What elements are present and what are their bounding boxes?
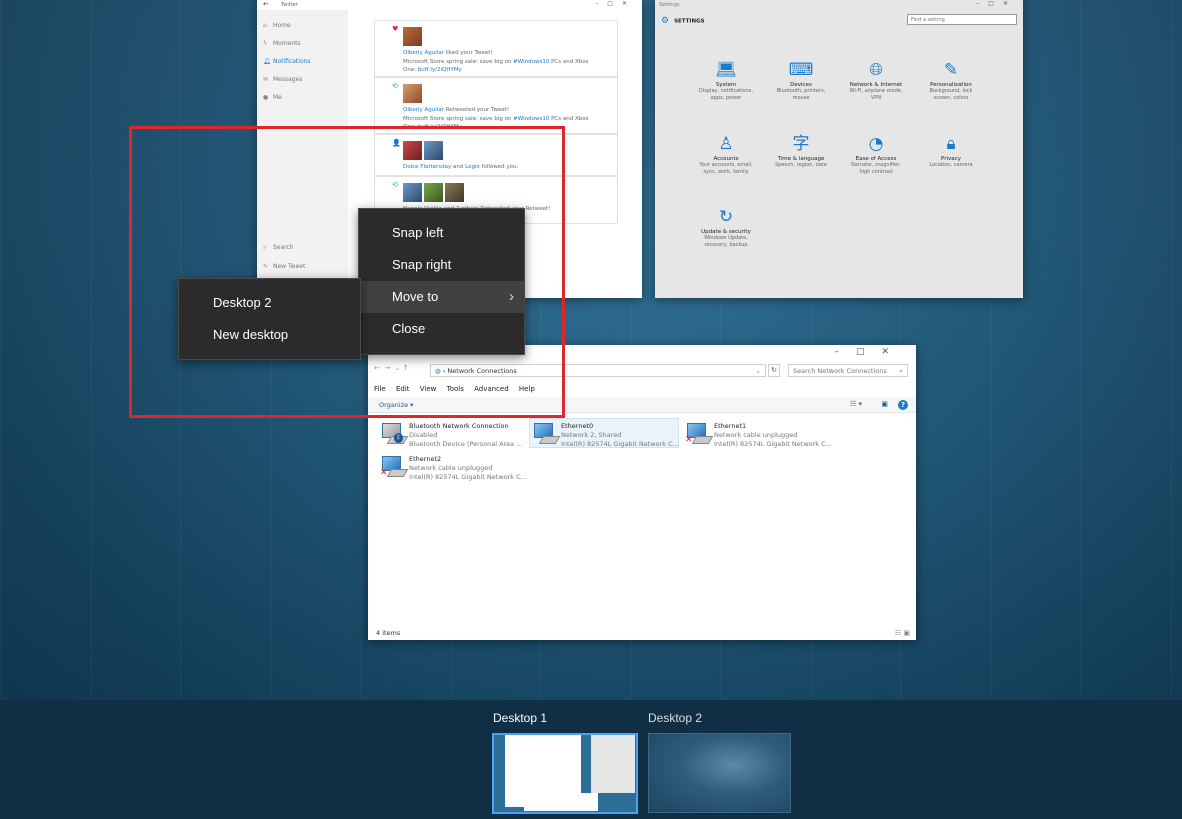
adapter-ethernet2[interactable]: ✕ Ethernet2 Network cable unplugged Inte… bbox=[378, 452, 528, 482]
tile-network[interactable]: 🌐︎ Network & Internet Wi-Fi, airplane mo… bbox=[841, 60, 911, 102]
nav-moments[interactable]: ϟ Moments bbox=[263, 40, 301, 47]
settings-title: Settings bbox=[659, 2, 680, 8]
tile-update-security[interactable]: ↻ Update & security Windows Update, reco… bbox=[691, 207, 761, 249]
network-adapter-icon: ✕ bbox=[685, 423, 714, 445]
url-link[interactable]: buff.ly/2iQHYMy bbox=[418, 67, 462, 73]
refresh-button[interactable]: ↻ bbox=[768, 364, 780, 377]
bluetooth-icon: ᛒ bbox=[394, 433, 403, 443]
avatar[interactable] bbox=[403, 84, 422, 103]
globe-icon: 🌐︎ bbox=[869, 60, 883, 80]
adapter-ethernet0[interactable]: Ethernet0 Network 2, Shared Intel(R) 825… bbox=[529, 418, 679, 448]
search-icon: ⌕ bbox=[899, 367, 903, 375]
view-options-icon[interactable]: ☷ ▾ bbox=[850, 400, 862, 408]
heart-icon: ♥ bbox=[392, 25, 399, 33]
tile-system[interactable]: 💻︎ System Display, notifications, apps, … bbox=[691, 60, 761, 102]
network-adapter-icon bbox=[532, 423, 561, 444]
preview-pane-icon[interactable]: ▣ bbox=[881, 400, 888, 408]
settings-header: SETTINGS bbox=[674, 18, 705, 25]
error-x-icon: ✕ bbox=[685, 435, 693, 445]
nav-messages[interactable]: ✉ Messages bbox=[263, 76, 302, 83]
time-language-icon: 字 bbox=[792, 134, 810, 154]
error-x-icon: ✕ bbox=[380, 468, 388, 478]
retweet-icon: ⟲ bbox=[392, 82, 398, 90]
status-bar-count: 4 items bbox=[376, 629, 401, 637]
tile-ease-of-access[interactable]: ◔ Ease of Access Narrator, magnifier, hi… bbox=[841, 134, 911, 176]
tile-time-language[interactable]: 字 Time & language Speech, region, date bbox=[766, 134, 836, 169]
laptop-icon: 💻︎ bbox=[715, 60, 737, 80]
mini-window bbox=[524, 793, 598, 811]
lightning-icon: ϟ bbox=[263, 40, 267, 47]
user-link[interactable]: Olberly Aguilar bbox=[403, 50, 444, 56]
tile-personalization[interactable]: ✎ Personalization Background, lock scree… bbox=[916, 60, 986, 102]
desktop-2-label[interactable]: Desktop 2 bbox=[648, 711, 702, 725]
tile-accounts[interactable]: ♙ Accounts Your accounts, email, sync, w… bbox=[691, 134, 761, 176]
gear-icon: ⚙ bbox=[661, 16, 670, 26]
user-link[interactable]: Olberly Aguilar bbox=[403, 107, 444, 113]
window-controls[interactable]: –□✕ bbox=[595, 0, 636, 7]
bell-icon: 🔔︎ bbox=[263, 58, 271, 65]
refresh-icon: ↻ bbox=[718, 207, 734, 227]
window-controls[interactable]: –□✕ bbox=[834, 347, 906, 357]
window-controls[interactable]: –□✕ bbox=[976, 0, 1017, 7]
hashtag-link[interactable]: #Windows10 bbox=[513, 116, 549, 122]
tile-privacy[interactable]: 🔒︎ Privacy Location, camera bbox=[916, 134, 986, 169]
chevron-down-icon[interactable]: ⌄ bbox=[756, 367, 761, 375]
twitter-titlebar[interactable]: ← Twitter –□✕ bbox=[257, 0, 642, 10]
network-adapter-icon: ✕ bbox=[380, 456, 409, 478]
desktop-2-thumbnail[interactable] bbox=[648, 733, 791, 813]
person-icon: ● bbox=[263, 94, 269, 101]
settings-search-input[interactable]: Find a setting bbox=[907, 14, 1017, 25]
help-icon[interactable]: ? bbox=[898, 400, 908, 410]
paintbrush-icon: ✎ bbox=[943, 60, 959, 80]
adapter-bluetooth[interactable]: ᛒ Bluetooth Network Connection Disabled … bbox=[378, 419, 528, 449]
notification-item[interactable]: ♥ Olberly Aguilar liked your Tweet! Micr… bbox=[374, 20, 618, 77]
network-adapter-icon: ᛒ bbox=[380, 423, 409, 444]
nav-me[interactable]: ● Me bbox=[263, 94, 282, 101]
hashtag-link[interactable]: #Windows10 bbox=[513, 59, 549, 65]
nav-notifications[interactable]: 🔔︎ Notifications bbox=[263, 58, 311, 65]
highlight-rectangle bbox=[129, 126, 565, 418]
desktop-1-label[interactable]: Desktop 1 bbox=[493, 711, 547, 725]
nav-home[interactable]: ⌂ Home bbox=[263, 22, 291, 29]
home-icon: ⌂ bbox=[263, 22, 267, 29]
mini-window bbox=[591, 735, 635, 793]
twitter-title: Twitter bbox=[281, 2, 298, 8]
adapter-ethernet1[interactable]: ✕ Ethernet1 Network cable unplugged Inte… bbox=[683, 419, 833, 449]
settings-window[interactable]: Settings –□✕ ⚙ SETTINGS Find a setting 💻︎… bbox=[655, 0, 1023, 298]
avatar[interactable] bbox=[403, 27, 422, 46]
ease-of-access-icon: ◔ bbox=[868, 134, 884, 154]
envelope-icon: ✉ bbox=[263, 76, 269, 83]
back-arrow-icon[interactable]: ← bbox=[263, 0, 269, 8]
search-input[interactable]: Search Network Connections ⌕ bbox=[788, 364, 908, 377]
lock-icon: 🔒︎ bbox=[946, 134, 956, 154]
person-icon: ♙ bbox=[718, 134, 734, 154]
desktop-1-thumbnail[interactable] bbox=[492, 733, 638, 814]
view-toggle-icons[interactable]: ☷ ▣ bbox=[895, 629, 910, 637]
keyboard-icon: ⌨ bbox=[788, 60, 814, 80]
tile-devices[interactable]: ⌨ Devices Bluetooth, printers, mouse bbox=[766, 60, 836, 102]
